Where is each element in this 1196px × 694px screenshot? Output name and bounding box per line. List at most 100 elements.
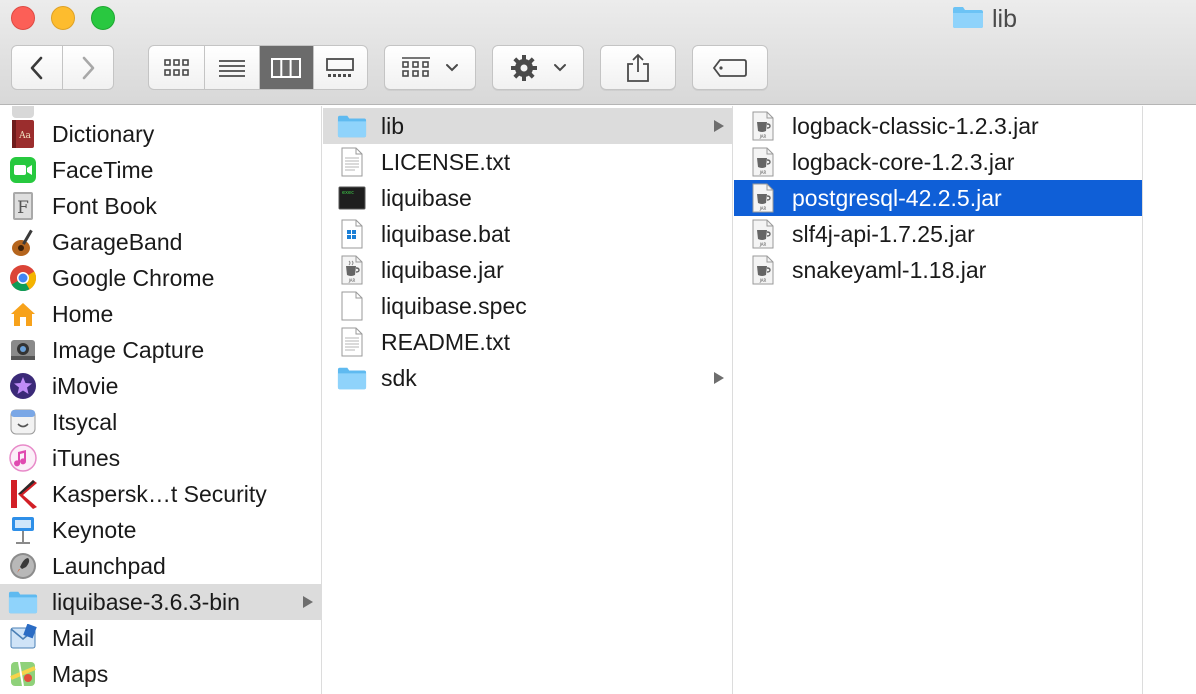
list-item-snakeyaml[interactable]: JAR snakeyaml-1.18.jar: [734, 252, 1142, 288]
list-item-mail[interactable]: Mail: [0, 620, 321, 656]
tags-button[interactable]: [692, 45, 768, 90]
home-app-icon: [8, 299, 38, 329]
list-item-itunes[interactable]: iTunes: [0, 440, 321, 476]
bat-file-icon: [337, 219, 367, 249]
jar-file-icon: JAR: [748, 219, 778, 249]
list-view-button[interactable]: [205, 46, 260, 89]
list-item-readme[interactable]: README.txt: [323, 324, 732, 360]
minimize-window-button[interactable]: [51, 6, 75, 30]
action-menu-button[interactable]: [492, 45, 584, 90]
list-item-label: Google Chrome: [52, 264, 215, 291]
gallery-view-button[interactable]: [314, 46, 368, 89]
list-item-lib-folder[interactable]: lib: [323, 108, 732, 144]
list-item-itsycal[interactable]: Itsycal: [0, 404, 321, 440]
list-item-label: iMovie: [52, 372, 119, 399]
list-item-label: liquibase: [381, 184, 472, 211]
group-grid-icon: [402, 56, 430, 77]
icon-view-button[interactable]: [149, 46, 206, 89]
folder-icon: [337, 111, 367, 141]
list-item-label: liquibase-3.6.3-bin: [52, 588, 240, 615]
list-item-label: Mail: [52, 624, 95, 651]
list-item-label: lib: [381, 112, 405, 139]
maps-app-icon: [8, 659, 38, 689]
list-item-font-book[interactable]: F Font Book: [0, 188, 321, 224]
svg-text:JAR: JAR: [348, 278, 356, 283]
list-item-label: Kaspersk…t Security: [52, 480, 267, 507]
view-mode-control: [148, 45, 368, 90]
group-by-button[interactable]: [384, 45, 476, 90]
column-view-button[interactable]: [259, 46, 314, 89]
tag-icon: [712, 58, 747, 77]
disclosure-arrow-icon: [303, 596, 313, 608]
columns-icon: [271, 57, 302, 78]
svg-text:exec: exec: [342, 190, 354, 196]
dictionary-app-icon: Aa: [8, 119, 38, 149]
list-item-launchpad[interactable]: Launchpad: [0, 548, 321, 584]
list-item-slf4j-api[interactable]: JAR slf4j-api-1.7.25.jar: [734, 216, 1142, 252]
gear-icon: [511, 54, 537, 81]
folder-icon: [952, 5, 984, 34]
list-item-label: Home: [52, 300, 114, 327]
list-item-home[interactable]: Home: [0, 296, 321, 332]
svg-text:JAR: JAR: [759, 170, 767, 175]
list-item-image-capture[interactable]: Image Capture: [0, 332, 321, 368]
list-item-liquibase-exec[interactable]: exec liquibase: [323, 180, 732, 216]
list-item-label: Dictionary: [52, 120, 155, 147]
empty-column: [1144, 106, 1196, 694]
list-item-dictionary[interactable]: Aa Dictionary: [0, 116, 321, 152]
font-book-app-icon: F: [8, 191, 38, 221]
zoom-window-button[interactable]: [91, 6, 115, 30]
itsycal-app-icon: [8, 407, 38, 437]
list-item-postgresql[interactable]: JAR postgresql-42.2.5.jar: [734, 180, 1142, 216]
folder-contents-column: lib LICENSE.txt exec liquibase liquibase…: [323, 106, 733, 694]
chrome-app-icon: [8, 263, 38, 293]
list-item-logback-classic[interactable]: JAR logback-classic-1.2.3.jar: [734, 108, 1142, 144]
list-item-label: Keynote: [52, 516, 137, 543]
disclosure-arrow-icon: [714, 120, 724, 132]
disclosure-arrow-icon: [714, 372, 724, 384]
svg-text:Aa: Aa: [18, 131, 31, 141]
list-item-liquibase-bat[interactable]: liquibase.bat: [323, 216, 732, 252]
kaspersky-app-icon: [8, 479, 38, 509]
share-button[interactable]: [600, 45, 676, 90]
list-item-label: LICENSE.txt: [381, 148, 511, 175]
image-capture-app-icon: [8, 335, 38, 365]
window-title: lib: [952, 4, 1017, 34]
back-button[interactable]: [12, 46, 63, 89]
list-item-label: iTunes: [52, 444, 121, 471]
list-item-label: liquibase.bat: [381, 220, 511, 247]
list-item-label: sdk: [381, 364, 417, 391]
chevron-left-icon: [30, 56, 43, 79]
blank-file-icon: [337, 291, 367, 321]
list-item-kaspersky[interactable]: Kaspersk…t Security: [0, 476, 321, 512]
list-item-license[interactable]: LICENSE.txt: [323, 144, 732, 180]
list-item-label: FaceTime: [52, 156, 154, 183]
garageband-app-icon: [8, 227, 38, 257]
itunes-app-icon: [8, 443, 38, 473]
window-toolbar: lib: [0, 0, 1196, 105]
list-item-label: Itsycal: [52, 408, 118, 435]
list-item-liquibase-spec[interactable]: liquibase.spec: [323, 288, 732, 324]
chevron-down-icon: [554, 63, 566, 71]
forward-button[interactable]: [63, 46, 114, 89]
list-item-google-chrome[interactable]: Google Chrome: [0, 260, 321, 296]
list-item-liquibase-folder[interactable]: liquibase-3.6.3-bin: [0, 584, 321, 620]
text-file-icon: [337, 327, 367, 357]
list-item-maps[interactable]: Maps: [0, 656, 321, 692]
folder-icon: [8, 587, 38, 617]
list-item-label: GarageBand: [52, 228, 183, 255]
list-item-keynote[interactable]: Keynote: [0, 512, 321, 548]
list-item-label: Image Capture: [52, 336, 205, 363]
list-item-label: Maps: [52, 660, 109, 687]
jar-file-icon: JAR: [748, 255, 778, 285]
list-item-label: logback-core-1.2.3.jar: [792, 148, 1015, 175]
list-item-label: Font Book: [52, 192, 157, 219]
icon-grid-icon: [163, 58, 189, 76]
list-item-garageband[interactable]: GarageBand: [0, 224, 321, 260]
list-item-logback-core[interactable]: JAR logback-core-1.2.3.jar: [734, 144, 1142, 180]
list-item-imovie[interactable]: iMovie: [0, 368, 321, 404]
close-window-button[interactable]: [11, 6, 35, 30]
list-item-sdk-folder[interactable]: sdk: [323, 360, 732, 396]
list-item-liquibase-jar[interactable]: JAR liquibase.jar: [323, 252, 732, 288]
list-item-facetime[interactable]: FaceTime: [0, 152, 321, 188]
